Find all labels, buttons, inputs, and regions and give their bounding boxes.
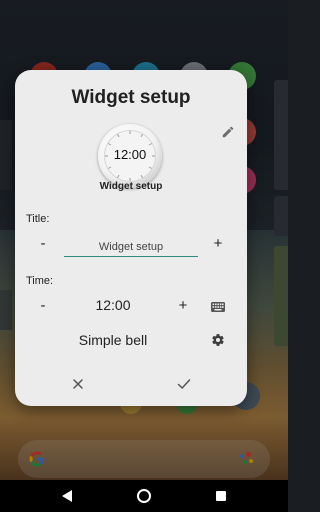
title-label: Title:	[26, 213, 50, 225]
gear-icon[interactable]	[211, 333, 225, 347]
time-label: Time:	[26, 275, 54, 287]
home-icon[interactable]	[136, 489, 151, 503]
sound-selector[interactable]: Simple bell	[15, 332, 211, 348]
pencil-icon[interactable]	[221, 125, 235, 139]
widget-preview-clock[interactable]: 12:00	[98, 124, 162, 188]
clock-preview-time: 12:00	[113, 147, 147, 162]
title-increment-button[interactable]: +	[208, 235, 228, 252]
time-increment-button[interactable]: +	[173, 297, 193, 314]
check-icon[interactable]	[175, 375, 193, 393]
system-nav-bar	[0, 480, 288, 512]
widget-setup-dialog: Widget setup 12:00 Widget setup Title: -…	[15, 70, 247, 406]
dialog-title: Widget setup	[71, 87, 191, 108]
clock-preview-label: Widget setup	[99, 181, 163, 192]
back-icon[interactable]	[62, 490, 73, 502]
keyboard-icon[interactable]	[211, 299, 225, 312]
recents-icon[interactable]	[215, 491, 226, 501]
close-icon[interactable]	[69, 375, 87, 393]
title-input[interactable]	[64, 238, 198, 257]
title-decrement-button[interactable]: -	[33, 235, 53, 252]
